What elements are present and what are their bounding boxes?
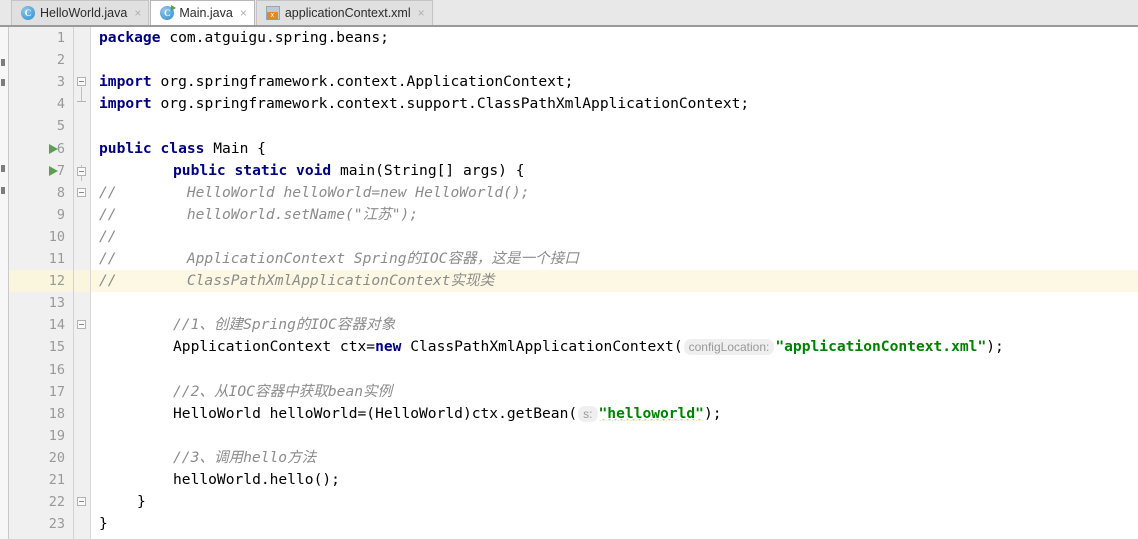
fold-handle-imports[interactable] <box>77 77 87 87</box>
editor-tab-label: HelloWorld.java <box>40 6 128 20</box>
keyword-new: new <box>375 338 402 356</box>
class-name: Main { <box>213 139 266 157</box>
code-content-area[interactable]: package com.atguigu.spring.beans; import… <box>91 27 1138 539</box>
keyword-class: class <box>160 139 205 157</box>
code-line-20: //3、调用hello方法 <box>173 448 317 466</box>
annotation-mark <box>1 165 5 172</box>
code-line-4: import org.springframework.context.suppo… <box>99 93 749 115</box>
close-icon[interactable]: × <box>134 7 141 19</box>
code-line-11: // ApplicationContext Spring的IOC容器，这是一个接… <box>99 250 579 267</box>
editor-annotation-strip[interactable] <box>0 27 9 539</box>
code-folding-column[interactable] <box>74 27 91 539</box>
line-number: 3 <box>56 74 65 91</box>
keyword-import: import <box>99 73 152 91</box>
run-class-icon[interactable] <box>49 143 58 154</box>
code-line-21: helloWorld.hello(); <box>173 471 340 488</box>
line-number: 4 <box>56 96 65 113</box>
assignment-expression: ApplicationContext ctx= <box>173 338 376 356</box>
line-number: 21 <box>48 472 65 488</box>
line-number: 23 <box>48 516 65 533</box>
code-line-9: // helloWorld.setName("江苏"); <box>99 205 419 223</box>
java-class-icon: C <box>21 6 35 20</box>
editor-tab-label: applicationContext.xml <box>284 6 411 20</box>
editor-tab-helloworld-java[interactable]: C HelloWorld.java × <box>11 0 150 25</box>
code-line-12: // ClassPathXmlApplicationContext实现类 <box>99 272 495 290</box>
line-number: 17 <box>48 383 65 400</box>
string-literal-helloworld: "helloworld" <box>598 404 704 422</box>
caret-line-fold-highlight <box>74 270 90 293</box>
line-number: 12 <box>48 273 65 290</box>
code-line-6: public class Main { <box>99 138 266 160</box>
method-signature: main(String[] args) { <box>339 161 525 179</box>
xml-file-icon <box>265 6 280 20</box>
line-number: 20 <box>48 449 65 466</box>
close-icon[interactable]: × <box>240 7 247 19</box>
package-name: com.atguigu.spring.beans; <box>169 29 389 46</box>
getbean-call: HelloWorld helloWorld=(HelloWorld)ctx.ge… <box>173 404 578 422</box>
fold-region-line <box>81 87 82 101</box>
annotation-mark <box>1 187 5 194</box>
annotation-mark <box>1 59 5 66</box>
line-number: 14 <box>48 317 65 334</box>
close-icon[interactable]: × <box>418 7 425 19</box>
line-number: 2 <box>56 52 65 69</box>
editor-tab-label: Main.java <box>179 6 233 20</box>
ide-editor-window: C HelloWorld.java × C Main.java × applic… <box>0 0 1138 539</box>
annotation-mark <box>1 79 5 86</box>
code-line-14: //1、创建Spring的IOC容器对象 <box>173 316 396 334</box>
editor-tab-main-java[interactable]: C Main.java × <box>150 0 255 25</box>
line-number: 10 <box>48 228 65 245</box>
fold-handle-method[interactable] <box>77 167 87 177</box>
keyword-void: void <box>296 161 332 179</box>
import-path: org.springframework.context.support.Clas… <box>160 95 750 113</box>
import-path: org.springframework.context.ApplicationC… <box>160 73 574 91</box>
parameter-hint-s: s: <box>578 405 598 422</box>
statement-end: ); <box>703 404 722 422</box>
editor-tab-bar: C HelloWorld.java × C Main.java × applic… <box>0 0 1138 27</box>
fold-handle-block-22[interactable] <box>77 497 87 507</box>
keyword-package: package <box>99 29 161 46</box>
code-line-17: //2、从IOC容器中获取bean实例 <box>173 382 393 400</box>
line-number: 1 <box>56 30 65 46</box>
keyword-import: import <box>99 95 152 113</box>
line-number: 7 <box>56 162 65 179</box>
line-number: 18 <box>48 405 65 422</box>
code-line-18: HelloWorld helloWorld=(HelloWorld)ctx.ge… <box>173 403 722 425</box>
parameter-hint-configlocation: configLocation: <box>683 339 775 356</box>
line-number: 8 <box>56 184 65 201</box>
line-number: 5 <box>56 118 65 135</box>
keyword-static: static <box>234 161 288 179</box>
line-number: 16 <box>48 361 65 378</box>
code-line-15: ApplicationContext ctx=new ClassPathXmlA… <box>173 336 1004 358</box>
java-runnable-class-icon: C <box>160 5 177 20</box>
code-line-22: } <box>137 493 146 511</box>
line-number-gutter[interactable]: 1 2 3 4 5 6 7 8 9 10 11 12 13 14 15 16 1… <box>9 27 74 539</box>
constructor-call: ClassPathXmlApplicationContext( <box>401 338 683 356</box>
line-number: 11 <box>48 251 65 267</box>
statement-end: ); <box>986 338 1004 356</box>
code-line-3: import org.springframework.context.Appli… <box>99 71 573 93</box>
line-number: 13 <box>48 295 65 312</box>
line-number: 22 <box>48 494 65 511</box>
fold-handle-comment-block[interactable] <box>77 188 87 198</box>
code-line-7: public static void main(String[] args) { <box>173 160 525 182</box>
editor-tab-applicationcontext-xml[interactable]: applicationContext.xml × <box>255 0 433 25</box>
code-line-10: // <box>99 227 117 245</box>
line-number: 19 <box>48 427 65 444</box>
line-number: 6 <box>56 140 65 157</box>
run-method-icon[interactable] <box>49 165 58 176</box>
fold-region-end <box>77 101 86 102</box>
string-literal: "applicationContext.xml" <box>775 338 987 356</box>
line-number: 9 <box>56 206 65 223</box>
fold-handle-block-14[interactable] <box>77 320 87 330</box>
keyword-public: public <box>173 161 226 179</box>
code-line-1: package com.atguigu.spring.beans; <box>99 27 389 49</box>
code-line-8: // HelloWorld helloWorld=new HelloWorld(… <box>99 183 530 201</box>
keyword-public: public <box>99 139 152 157</box>
code-editor[interactable]: 1 2 3 4 5 6 7 8 9 10 11 12 13 14 15 16 1… <box>0 27 1138 539</box>
line-number: 15 <box>48 339 65 356</box>
code-line-23: } <box>99 515 108 533</box>
